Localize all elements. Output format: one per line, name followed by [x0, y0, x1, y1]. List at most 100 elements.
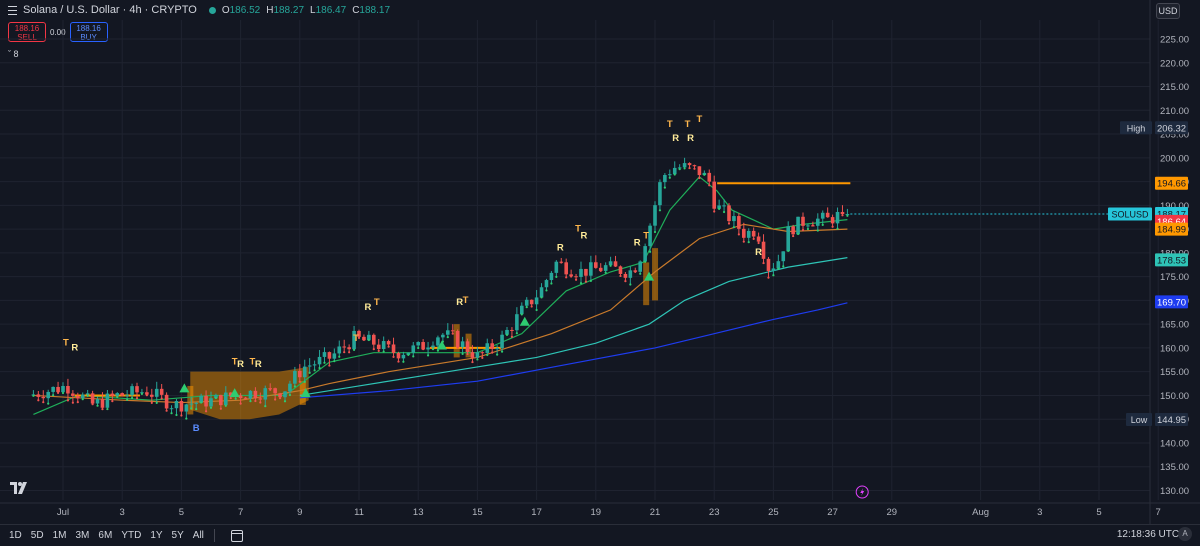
signal-dot [91, 403, 94, 406]
candle-body [159, 388, 164, 395]
auto-scale-icon[interactable]: A [1178, 527, 1192, 541]
calendar-icon[interactable] [230, 529, 243, 542]
candle-body [682, 163, 687, 168]
candle-body [115, 393, 120, 396]
band-bar [643, 262, 650, 306]
candle-body [668, 174, 672, 176]
y-tick-label: 140.00 [1160, 438, 1189, 449]
candle-body [756, 236, 761, 242]
candle-body [204, 395, 208, 407]
signal-dot [787, 249, 790, 252]
range-1d[interactable]: 1D [9, 530, 22, 541]
x-tick-label: 7 [1156, 507, 1161, 518]
range-5y[interactable]: 5Y [172, 530, 184, 541]
candle-body [816, 218, 820, 226]
candle-body [184, 404, 189, 412]
candle-body [283, 391, 287, 398]
price-label-value: 178.53 [1157, 255, 1186, 266]
signal-dot [204, 410, 208, 413]
candle-body [317, 356, 322, 365]
candle-body [263, 388, 268, 400]
signal-dot [772, 274, 775, 277]
range-1y[interactable]: 1Y [150, 530, 162, 541]
signal-dot [718, 207, 721, 210]
candle-body [154, 388, 159, 397]
candle-body [579, 268, 583, 277]
candle-body [722, 205, 726, 207]
signal-dot [111, 400, 114, 403]
price-label-tag: Low [1131, 415, 1148, 425]
signal-dot [234, 397, 237, 400]
signal-dot [209, 406, 213, 409]
candle-body [589, 262, 593, 276]
y-tick-label: 200.00 [1160, 153, 1189, 164]
signal-dot [180, 414, 183, 417]
candle-body [766, 258, 771, 271]
range-all[interactable]: All [193, 530, 204, 541]
signal-dot [831, 225, 834, 228]
signal-dot [229, 397, 232, 400]
price-label-teal-ma: 178.53 [1155, 253, 1188, 267]
signal-dot [550, 282, 553, 285]
price-label-value: 206.32 [1157, 123, 1186, 134]
candle-body [732, 216, 736, 222]
signal-dot [145, 394, 148, 397]
x-tick-label: 23 [709, 507, 720, 518]
signal-dot [165, 409, 168, 412]
candle-body [258, 398, 263, 400]
signal-dot [249, 400, 252, 403]
signal-dot [417, 346, 420, 350]
range-5d[interactable]: 5D [31, 530, 44, 541]
candle-body [46, 391, 50, 399]
signal-dot [219, 407, 222, 410]
price-chart[interactable]: 130.00135.00140.00145.00150.00155.00160.… [0, 0, 1200, 524]
range-1m[interactable]: 1M [53, 530, 67, 541]
signal-dot [185, 417, 188, 420]
range-3m[interactable]: 3M [76, 530, 90, 541]
signal-dot [32, 394, 35, 397]
candle-body [574, 276, 578, 278]
candle-body [712, 181, 716, 209]
candle-body [386, 341, 391, 345]
signal-dot [491, 351, 494, 354]
candle-body [618, 266, 623, 274]
candle-body [500, 334, 504, 349]
signal-dot [757, 241, 760, 245]
signal-dot [259, 401, 262, 404]
signal-dot [426, 354, 430, 357]
range-6m[interactable]: 6M [98, 530, 112, 541]
price-label-tag: High [1127, 123, 1146, 133]
signal-dot [693, 167, 696, 170]
signal-dot [653, 230, 657, 234]
signal-dot [471, 360, 474, 364]
signal-dot [116, 395, 119, 399]
signal-dot [658, 209, 662, 212]
marker-r: R [557, 242, 564, 253]
candle-body [475, 352, 480, 358]
signal-dot [283, 400, 287, 403]
signal-dot [66, 399, 70, 402]
candle-body [460, 341, 465, 348]
candle-body [761, 241, 766, 259]
signal-dot [579, 282, 583, 285]
marker-t: T [643, 231, 649, 242]
signal-dot [673, 173, 676, 176]
signal-dot [387, 345, 390, 348]
signal-dot [821, 223, 824, 226]
signal-dot [456, 346, 459, 349]
signal-dot [792, 234, 795, 238]
marker-t: T [63, 338, 69, 349]
candle-body [830, 217, 835, 224]
candle-body [549, 272, 554, 281]
divider [213, 529, 215, 542]
candle-body [564, 262, 568, 275]
y-tick-label: 150.00 [1160, 391, 1189, 402]
range-ytd[interactable]: YTD [121, 530, 141, 541]
price-label-value: 169.70 [1157, 297, 1186, 308]
signal-dot [293, 385, 296, 388]
signal-dot [737, 233, 740, 236]
x-tick-label: 29 [887, 507, 898, 518]
y-tick-label: 135.00 [1160, 462, 1189, 473]
signal-dot [570, 275, 573, 278]
candle-body [411, 345, 416, 353]
